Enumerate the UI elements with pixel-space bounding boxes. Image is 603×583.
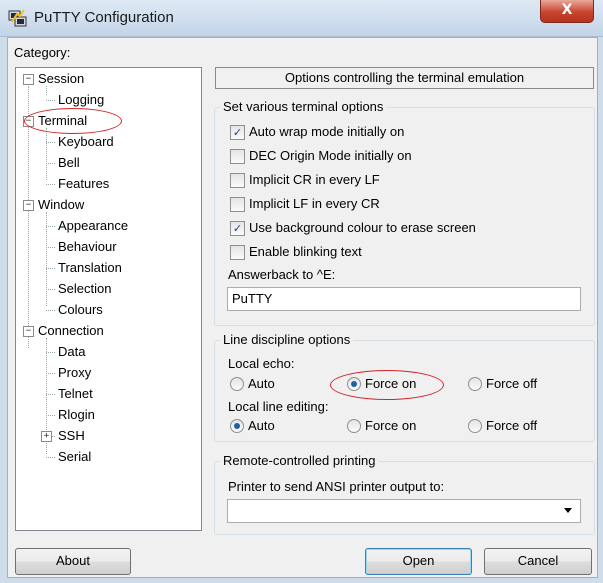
tree-item-window[interactable]: Window: [38, 196, 84, 214]
category-tree[interactable]: − Session Logging − Terminal Keyboard Bell Feat…: [15, 67, 202, 531]
tree-connector-line: [46, 289, 55, 290]
tree-item-serial[interactable]: Serial: [58, 448, 91, 466]
panel-header: Options controlling the terminal emulati…: [215, 67, 594, 89]
chevron-down-icon[interactable]: [564, 508, 572, 513]
printing-title: Remote-controlled printing: [220, 453, 379, 468]
checkbox-empty[interactable]: [230, 173, 245, 188]
checkbox-label: Use background colour to erase screen: [249, 220, 476, 235]
checkbox-label: Auto wrap mode initially on: [249, 124, 405, 139]
tree-connector-line: [46, 268, 55, 269]
tree-item-keyboard[interactable]: Keyboard: [58, 133, 114, 151]
checkbox-label: Enable blinking text: [249, 244, 362, 259]
checkbox-empty[interactable]: [230, 197, 245, 212]
checkmark-icon[interactable]: ✓: [230, 221, 245, 236]
radio-label: Auto: [248, 418, 275, 433]
tree-item-rlogin[interactable]: Rlogin: [58, 406, 95, 424]
tree-item-features[interactable]: Features: [58, 175, 109, 193]
tree-connector-line: [46, 128, 47, 180]
cancel-button[interactable]: Cancel: [484, 548, 592, 575]
tree-item-logging[interactable]: Logging: [58, 91, 104, 109]
radio-label: Force off: [486, 376, 538, 391]
collapse-icon[interactable]: −: [23, 74, 34, 85]
tree-item-data[interactable]: Data: [58, 343, 85, 361]
title-bar[interactable]: PuTTY Configuration X: [0, 0, 603, 37]
radio-label: Auto: [248, 376, 275, 391]
tree-connector-line: [46, 247, 55, 248]
checkmark-icon[interactable]: ✓: [230, 125, 245, 140]
tree-connector-line: [46, 352, 55, 353]
close-button[interactable]: X: [540, 0, 594, 23]
window-title: PuTTY Configuration: [34, 9, 174, 26]
radio-label: Force on: [365, 418, 417, 433]
tree-connector-line: [46, 100, 55, 101]
open-button[interactable]: Open: [365, 548, 472, 575]
printer-label: Printer to send ANSI printer output to:: [228, 479, 445, 494]
radio-button-icon[interactable]: [468, 419, 482, 433]
checkbox-label: Implicit LF in every CR: [249, 196, 380, 211]
checkbox-label: Implicit CR in every LF: [249, 172, 380, 187]
tree-connector-line: [46, 310, 55, 311]
tree-connector-line: [46, 142, 55, 143]
collapse-icon[interactable]: −: [23, 200, 34, 211]
local-echo-label: Local echo:: [228, 356, 295, 371]
tree-connector-line: [46, 184, 55, 185]
printer-select[interactable]: [227, 499, 581, 523]
putty-window: PuTTY Configuration X Category: − Session…: [0, 0, 603, 583]
about-button[interactable]: About: [15, 548, 131, 575]
collapse-icon[interactable]: −: [23, 326, 34, 337]
radio-button-icon[interactable]: [468, 377, 482, 391]
terminal-options-title: Set various terminal options: [220, 99, 387, 114]
tree-item-translation[interactable]: Translation: [58, 259, 122, 277]
printing-group: [214, 461, 595, 535]
close-icon: X: [561, 2, 573, 18]
tree-item-appearance[interactable]: Appearance: [58, 217, 128, 235]
tree-connector-line: [46, 394, 55, 395]
checkbox-label: DEC Origin Mode initially on: [249, 148, 412, 163]
checkbox-empty[interactable]: [230, 245, 245, 260]
radio-label: Force off: [486, 418, 538, 433]
radio-button-icon[interactable]: [230, 419, 244, 433]
radio-button-icon[interactable]: [230, 377, 244, 391]
annotation-ellipse-terminal: [24, 108, 122, 134]
tree-item-connection[interactable]: Connection: [38, 322, 104, 340]
category-label: Category:: [14, 45, 71, 60]
tree-item-session[interactable]: Session: [38, 70, 84, 88]
line-discipline-title: Line discipline options: [220, 332, 354, 347]
tree-item-behaviour[interactable]: Behaviour: [58, 238, 117, 256]
putty-app-icon: [8, 9, 27, 27]
tree-connector-line: [46, 163, 55, 164]
expand-icon[interactable]: +: [41, 431, 52, 442]
tree-connector-line: [46, 226, 55, 227]
tree-item-selection[interactable]: Selection: [58, 280, 111, 298]
tree-connector-line: [46, 373, 55, 374]
checkbox-empty[interactable]: [230, 149, 245, 164]
tree-item-proxy[interactable]: Proxy: [58, 364, 91, 382]
tree-item-colours[interactable]: Colours: [58, 301, 103, 319]
annotation-ellipse-force-on: [330, 370, 444, 400]
tree-item-telnet[interactable]: Telnet: [58, 385, 93, 403]
answerback-input[interactable]: PuTTY: [227, 287, 581, 311]
tree-item-ssh[interactable]: SSH: [58, 427, 85, 445]
local-line-editing-label: Local line editing:: [228, 399, 329, 414]
tree-item-bell[interactable]: Bell: [58, 154, 80, 172]
tree-connector-line: [46, 457, 55, 458]
radio-button-icon[interactable]: [347, 419, 361, 433]
answerback-label: Answerback to ^E:: [228, 267, 336, 282]
client-area: Category: − Session Logging − Terminal Keyboa…: [7, 37, 598, 578]
tree-connector-line: [46, 415, 55, 416]
